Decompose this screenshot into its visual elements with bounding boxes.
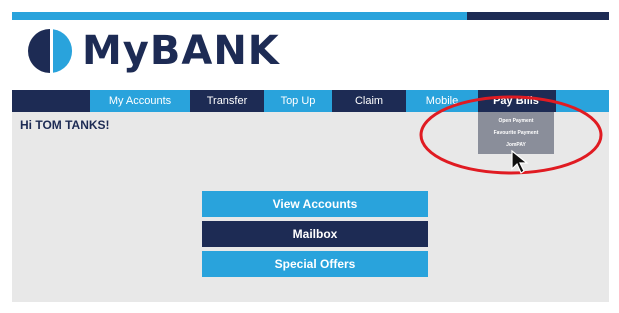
greeting-text: Hi TOM TANKS! [20,118,110,132]
main-nav: My Accounts Transfer Top Up Claim Mobile… [12,90,609,112]
pay-bills-dropdown: Open Payment Favourite Payment JomPAY [478,112,554,154]
menu-item-favourite-payment[interactable]: Favourite Payment [478,127,554,139]
header-stripe-light [12,12,467,20]
brand-logo[interactable]: MyBANK [26,27,280,75]
view-accounts-button[interactable]: View Accounts [202,191,428,217]
header-stripe-dark [467,12,609,20]
half-circle-logo-icon [26,27,74,75]
mailbox-button[interactable]: Mailbox [202,221,428,247]
nav-item-claim[interactable]: Claim [334,90,404,112]
nav-item-top-up[interactable]: Top Up [264,90,332,112]
nav-filler [556,90,609,112]
nav-item-pay-bills[interactable]: Pay Bills [478,90,554,112]
nav-item-mobile[interactable]: Mobile [406,90,478,112]
menu-item-open-payment[interactable]: Open Payment [478,115,554,127]
special-offers-button[interactable]: Special Offers [202,251,428,277]
brand-name: MyBANK [82,28,280,74]
bank-page: MyBANK My Accounts Transfer Top Up Claim… [0,0,619,313]
nav-item-transfer[interactable]: Transfer [192,90,262,112]
nav-item-my-accounts[interactable]: My Accounts [90,90,190,112]
mouse-pointer-icon [509,149,531,175]
